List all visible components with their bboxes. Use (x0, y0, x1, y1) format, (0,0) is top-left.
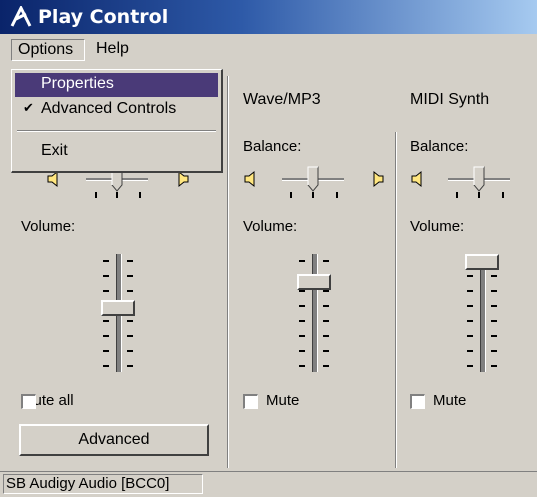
menu-item-properties[interactable]: Properties (15, 73, 218, 97)
balance-label: Balance: (410, 138, 469, 155)
speaker-right-icon (373, 170, 384, 188)
menu-options[interactable]: Options (11, 39, 85, 61)
column-divider (396, 132, 397, 468)
balance-tick (336, 192, 338, 198)
volume-tick (323, 335, 329, 337)
volume-tick (323, 350, 329, 352)
balance-slider-thumb[interactable] (307, 166, 319, 192)
volume-tick (127, 320, 133, 322)
balance-tick (502, 192, 504, 198)
volume-slider-thumb[interactable] (101, 299, 135, 316)
speaker-left-icon (411, 170, 422, 188)
volume-tick (299, 350, 305, 352)
advanced-button[interactable]: Advanced (19, 424, 209, 456)
volume-tick (103, 275, 109, 277)
volume-tick (103, 290, 109, 292)
balance-label: Balance: (243, 138, 302, 155)
balance-tick (139, 192, 141, 198)
balance-tick (312, 192, 314, 198)
window-title: Play Control (38, 6, 169, 28)
mute-checkbox[interactable] (410, 394, 425, 409)
volume-tick (467, 365, 473, 367)
volume-tick (299, 320, 305, 322)
volume-tick (491, 290, 497, 292)
volume-tick (103, 365, 109, 367)
title-bar[interactable]: Play Control (0, 0, 537, 34)
volume-tick (467, 290, 473, 292)
mute-label: Mute (266, 392, 300, 409)
volume-tick (299, 260, 305, 262)
volume-tick (103, 350, 109, 352)
checkmark-icon: ✔ (23, 100, 34, 115)
volume-tick (103, 335, 109, 337)
column-divider (228, 76, 229, 468)
play-control-window: Play Control Options Help Balance: Volum… (0, 0, 537, 497)
column-heading: Wave/MP3 (243, 91, 321, 108)
volume-tick (127, 260, 133, 262)
volume-tick (491, 320, 497, 322)
balance-tick (456, 192, 458, 198)
volume-tick (467, 335, 473, 337)
balance-tick (290, 192, 292, 198)
mute-all-checkbox[interactable] (21, 394, 36, 409)
volume-tick (103, 260, 109, 262)
volume-label: Volume: (21, 218, 76, 235)
volume-tick (323, 365, 329, 367)
volume-track (312, 254, 318, 372)
volume-tick (467, 320, 473, 322)
volume-tick (323, 320, 329, 322)
column-heading: MIDI Synth (410, 91, 490, 108)
volume-slider-thumb[interactable] (297, 274, 331, 291)
volume-tick (127, 290, 133, 292)
volume-tick (127, 365, 133, 367)
balance-tick (116, 192, 118, 198)
menu-item-advanced-controls[interactable]: ✔ Advanced Controls (15, 98, 218, 122)
menu-bar: Options Help (0, 36, 537, 64)
volume-tick (127, 275, 133, 277)
volume-tick (299, 365, 305, 367)
speaker-left-icon (244, 170, 255, 188)
mute-checkbox[interactable] (243, 394, 258, 409)
volume-tick (491, 365, 497, 367)
menu-item-exit[interactable]: Exit (15, 140, 218, 164)
volume-label: Volume: (243, 218, 298, 235)
volume-tick (467, 275, 473, 277)
volume-track (480, 254, 486, 372)
volume-slider-thumb[interactable] (465, 254, 499, 270)
volume-label: Volume: (410, 218, 465, 235)
volume-tick (491, 305, 497, 307)
volume-tick (323, 305, 329, 307)
mute-label: Mute (433, 392, 467, 409)
volume-tick (299, 305, 305, 307)
volume-tick (103, 320, 109, 322)
options-dropdown-menu: Properties ✔ Advanced Controls Exit (11, 69, 223, 173)
menu-separator (17, 130, 216, 132)
volume-tick (491, 350, 497, 352)
status-device-name: SB Audigy Audio [BCC0] (3, 474, 203, 494)
volume-tick (467, 305, 473, 307)
volume-tick (323, 260, 329, 262)
balance-slider-thumb[interactable] (473, 166, 485, 192)
volume-tick (467, 350, 473, 352)
volume-tick (491, 275, 497, 277)
menu-help[interactable]: Help (90, 39, 140, 61)
menu-item-label: Advanced Controls (41, 100, 177, 117)
volume-tick (127, 335, 133, 337)
volume-tick (299, 335, 305, 337)
volume-tick (491, 335, 497, 337)
balance-tick (478, 192, 480, 198)
volume-tick (127, 350, 133, 352)
balance-tick (95, 192, 97, 198)
mixer-app-icon (10, 6, 32, 27)
